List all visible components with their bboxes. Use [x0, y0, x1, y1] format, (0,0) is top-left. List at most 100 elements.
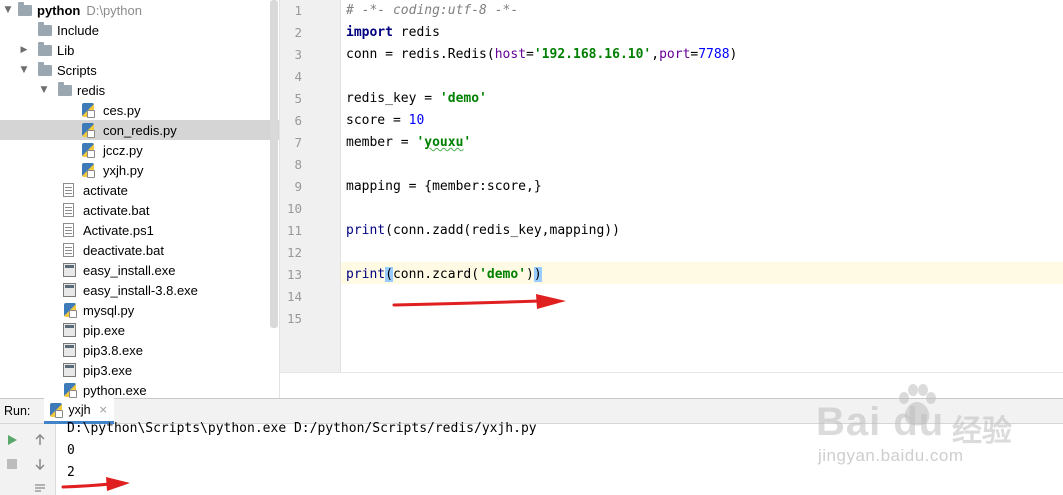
tree-item-label: activate.bat — [83, 202, 150, 218]
tree-item-label: mysql.py — [83, 302, 135, 318]
tree-item-pip-exe[interactable]: pip.exe — [0, 320, 279, 340]
text-file-icon — [63, 243, 74, 257]
executable-file-icon — [63, 263, 76, 277]
run-panel-title: Run: — [4, 404, 31, 418]
tree-item-pip3-exe[interactable]: pip3.exe — [0, 360, 279, 380]
tree-root-path: D:\python — [86, 2, 142, 18]
arrow-up-icon[interactable] — [32, 432, 48, 448]
tree-item-label: pip.exe — [83, 322, 125, 338]
text-file-icon — [63, 223, 74, 237]
executable-file-icon — [63, 343, 76, 357]
line-number: 5 — [294, 91, 302, 106]
line-number: 11 — [286, 223, 302, 238]
project-tree: ▼ python D:\python Include ▶ Lib ▼ Scrip… — [0, 0, 280, 398]
line-number: 1 — [294, 3, 302, 18]
code-line-11: print(conn.zadd(redis_key,mapping)) — [346, 223, 620, 238]
run-tab-label: yxjh — [68, 402, 91, 417]
text-file-icon — [63, 203, 74, 217]
line-number: 12 — [286, 245, 302, 260]
tree-item-include[interactable]: Include — [0, 20, 279, 40]
brace-match: ) — [533, 267, 542, 282]
python-file-icon — [82, 143, 95, 158]
line-number: 13 — [286, 267, 302, 282]
tree-item-jccz-py[interactable]: jccz.py — [0, 140, 279, 160]
stop-icon[interactable] — [4, 456, 20, 472]
code-editor[interactable]: 1 2 3 4 5 6 7 8 9 10 11 12 13 14 15 # -*… — [280, 0, 1063, 372]
tree-item-pip38-exe[interactable]: pip3.8.exe — [0, 340, 279, 360]
folder-icon — [58, 82, 72, 96]
tree-item-ces-py[interactable]: ces.py — [0, 100, 279, 120]
folder-icon — [38, 22, 52, 36]
brace-match: ( — [385, 267, 393, 282]
run-console-output[interactable]: D:\python\Scripts\python.exe D:/python/S… — [57, 421, 1063, 495]
python-file-icon — [82, 163, 95, 178]
text-file-icon — [63, 183, 74, 197]
rerun-play-icon[interactable] — [4, 432, 20, 448]
tree-item-con-redis-py[interactable]: con_redis.py — [0, 120, 279, 140]
executable-file-icon — [63, 363, 76, 377]
tree-scrollbar[interactable] — [270, 0, 278, 328]
tree-item-label: pip3.8.exe — [83, 342, 143, 358]
tree-item-label: python.exe — [83, 382, 147, 398]
line-number: 15 — [286, 311, 302, 326]
python-file-icon — [82, 103, 95, 118]
executable-file-icon — [63, 323, 76, 337]
tree-item-label: ces.py — [103, 102, 141, 118]
chevron-down-icon[interactable]: ▼ — [18, 60, 30, 80]
chevron-down-icon[interactable]: ▼ — [2, 0, 14, 20]
folder-icon — [18, 2, 32, 16]
tree-item-label: pip3.exe — [83, 362, 133, 378]
folder-icon — [38, 42, 52, 56]
tree-item-label: yxjh.py — [103, 162, 144, 178]
python-file-icon — [82, 123, 95, 138]
tree-item-python-exe[interactable]: python.exe — [0, 380, 279, 398]
tree-item-scripts[interactable]: ▼ Scripts — [0, 60, 279, 80]
code-line-6: score = 10 — [346, 113, 425, 128]
tree-item-lib[interactable]: ▶ Lib — [0, 40, 279, 60]
line-number: 4 — [294, 69, 302, 84]
line-number: 8 — [294, 157, 302, 172]
python-file-icon — [50, 402, 64, 418]
code-line-2: import redis — [346, 25, 440, 40]
tree-item-label: jccz.py — [103, 142, 143, 158]
line-number: 7 — [294, 135, 302, 150]
console-command-line: D:\python\Scripts\python.exe D:/python/S… — [67, 421, 537, 436]
tree-item-label: Include — [57, 22, 99, 38]
tree-item-activate-ps1[interactable]: Activate.ps1 — [0, 220, 279, 240]
tree-item-label: activate — [83, 182, 128, 198]
line-number: 6 — [294, 113, 302, 128]
tree-root-label: python — [37, 2, 81, 18]
code-line-1: # -*- coding:utf-8 -*- — [346, 3, 519, 18]
spelling-warning: youxu — [424, 135, 464, 150]
tree-item-redis[interactable]: ▼ redis — [0, 80, 279, 100]
editor-bottom-strip — [280, 372, 1063, 398]
python-file-icon — [64, 303, 77, 318]
code-line-7: member = 'youxu' — [346, 135, 472, 150]
tree-item-yxjh-py[interactable]: yxjh.py — [0, 160, 279, 180]
tree-item-label: Activate.ps1 — [83, 222, 154, 238]
line-number-gutter: 1 2 3 4 5 6 7 8 9 10 11 12 13 14 15 — [280, 0, 341, 372]
chevron-down-icon[interactable]: ▼ — [38, 80, 50, 100]
python-file-icon — [64, 383, 77, 398]
tree-item-label: easy_install.exe — [83, 262, 176, 278]
tree-item-activate[interactable]: activate — [0, 180, 279, 200]
tree-root-python[interactable]: ▼ python D:\python — [0, 0, 279, 20]
close-icon[interactable]: × — [99, 403, 108, 416]
run-toolbar — [0, 424, 56, 495]
line-number: 9 — [294, 179, 302, 194]
tree-item-easy-install-38-exe[interactable]: easy_install-3.8.exe — [0, 280, 279, 300]
soft-wrap-icon[interactable] — [32, 480, 48, 495]
console-output-line: 2 — [67, 465, 75, 480]
line-number: 14 — [286, 289, 302, 304]
tree-item-mysql-py[interactable]: mysql.py — [0, 300, 279, 320]
tree-item-label: con_redis.py — [103, 122, 177, 138]
line-number: 2 — [294, 25, 302, 40]
tree-item-deactivate-bat[interactable]: deactivate.bat — [0, 240, 279, 260]
tree-item-activate-bat[interactable]: activate.bat — [0, 200, 279, 220]
tree-item-easy-install-exe[interactable]: easy_install.exe — [0, 260, 279, 280]
code-line-9: mapping = {member:score,} — [346, 179, 542, 194]
code-line-13: print(conn.zcard('demo')) — [346, 267, 542, 282]
executable-file-icon — [63, 283, 76, 297]
chevron-right-icon[interactable]: ▶ — [18, 40, 30, 60]
arrow-down-icon[interactable] — [32, 456, 48, 472]
